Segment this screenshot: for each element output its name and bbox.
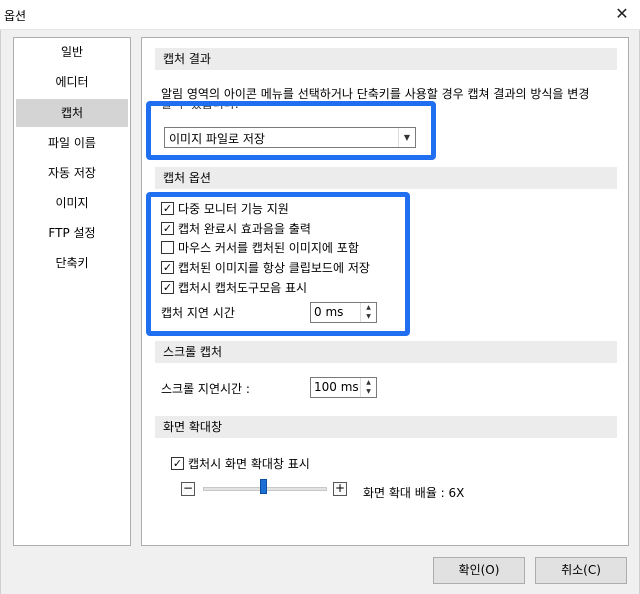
ok-button[interactable]: 확인(O) — [433, 557, 525, 584]
section-header-capture-result: 캡처 결과 — [155, 48, 617, 70]
sidebar-item-editor[interactable]: 에디터 — [16, 68, 128, 96]
sidebar-item-file-name[interactable]: 파일 이름 — [16, 129, 128, 157]
scroll-delay-value[interactable]: 100 ms — [314, 380, 359, 394]
section-header-scroll-capture: 스크롤 캡처 — [155, 341, 617, 363]
check-icon: ✓ — [172, 456, 183, 470]
cancel-button[interactable]: 취소(C) — [535, 557, 627, 584]
zoom-out-icon[interactable]: − — [181, 482, 195, 496]
close-icon[interactable]: ✕ — [612, 4, 632, 24]
checkbox-row-magnifier[interactable]: ✓ 캡처시 화면 확대창 표시 — [171, 454, 310, 472]
options-content-panel: 캡처 결과 알림 영역의 아이콘 메뉴를 선택하거나 단축키를 사용할 경우 캡… — [141, 37, 629, 546]
section-header-magnifier: 화면 확대창 — [155, 416, 617, 438]
section-header-capture-options: 캡처 옵션 — [155, 167, 617, 189]
sidebar-item-general[interactable]: 일반 — [16, 38, 128, 66]
spin-up-icon[interactable]: ▲ — [361, 378, 376, 387]
scroll-delay-label: 스크롤 지연시간 : — [161, 382, 250, 396]
highlight-box-capture-options — [146, 192, 410, 336]
window-left-edge — [0, 30, 1, 594]
sidebar-item-shortcut[interactable]: 단축키 — [16, 249, 128, 277]
options-sidebar: 일반 에디터 캡처 파일 이름 자동 저장 이미지 FTP 설정 단축키 — [13, 37, 131, 546]
sidebar-item-auto-save[interactable]: 자동 저장 — [16, 159, 128, 187]
zoom-ratio-label: 화면 확대 배율 : 6X — [363, 486, 465, 500]
checkbox-magnifier[interactable]: ✓ — [171, 456, 184, 470]
scroll-delay-spinner[interactable]: 100 ms ▲ ▼ — [310, 377, 377, 398]
zoom-slider-thumb[interactable] — [260, 479, 267, 494]
sidebar-item-image[interactable]: 이미지 — [16, 189, 128, 217]
zoom-in-icon[interactable]: + — [333, 482, 347, 496]
checkbox-label-magnifier: 캡처시 화면 확대창 표시 — [188, 456, 310, 471]
highlight-box-capture-result — [146, 101, 436, 160]
sidebar-item-ftp[interactable]: FTP 설정 — [16, 219, 128, 247]
sidebar-item-capture[interactable]: 캡처 — [16, 99, 128, 127]
spin-down-icon[interactable]: ▼ — [361, 387, 376, 396]
title-bar: 옵션 ✕ — [0, 0, 640, 30]
window-title: 옵션 — [4, 9, 27, 23]
